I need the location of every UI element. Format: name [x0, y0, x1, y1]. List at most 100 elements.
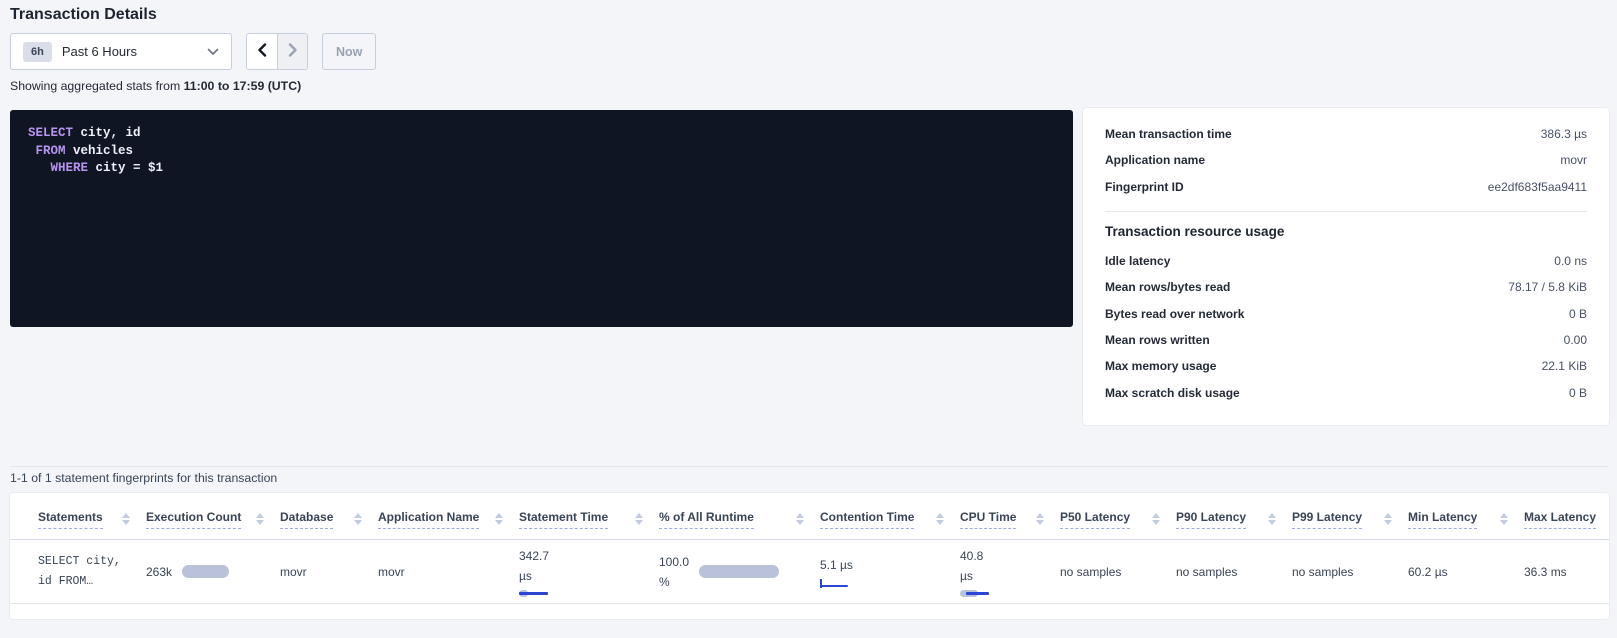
- column-header-p99-latency: P99 Latency: [1292, 510, 1408, 529]
- resource-label: Mean rows written: [1105, 333, 1210, 347]
- column-header-p50-latency: P50 Latency: [1060, 510, 1176, 529]
- cell-cpu-time: 40.8 µs: [960, 546, 1060, 598]
- resource-usage-title: Transaction resource usage: [1105, 224, 1587, 239]
- cell-statement: SELECT city, id FROM…: [38, 552, 146, 592]
- column-header-max-latency: Max Latency: [1524, 510, 1609, 529]
- column-header-pct-runtime: % of All Runtime: [659, 510, 820, 529]
- divider: [10, 466, 1609, 467]
- column-header-statement-time: Statement Time: [519, 510, 659, 529]
- statement-link[interactable]: SELECT city, id FROM…: [38, 552, 132, 592]
- resource-row: Bytes read over network 0 B: [1105, 300, 1587, 326]
- resource-label: Bytes read over network: [1105, 307, 1244, 321]
- aggregated-stats-line: Showing aggregated stats from 11:00 to 1…: [10, 79, 301, 93]
- resource-label: Max scratch disk usage: [1105, 386, 1240, 400]
- sort-icon[interactable]: [122, 513, 130, 525]
- resource-value: 0 B: [1569, 307, 1587, 321]
- column-header-database: Database: [280, 510, 378, 529]
- summary-label: Application name: [1105, 153, 1205, 167]
- summary-label: Fingerprint ID: [1105, 180, 1184, 194]
- sql-query-box: SELECT city, id FROM vehicles WHERE city…: [10, 110, 1073, 327]
- page-title: Transaction Details: [10, 6, 157, 24]
- sql-line: WHERE city = $1: [28, 160, 1055, 178]
- summary-value: 386.3 µs: [1541, 127, 1587, 141]
- cell-pct-runtime: 100.0 %: [659, 552, 820, 592]
- next-time-button[interactable]: [277, 34, 307, 69]
- sort-icon[interactable]: [354, 513, 362, 525]
- sort-icon[interactable]: [1384, 513, 1392, 525]
- column-header-application-name: Application Name: [378, 510, 519, 529]
- cell-p99-latency: no samples: [1292, 565, 1408, 579]
- column-header-min-latency: Min Latency: [1408, 510, 1524, 529]
- resource-label: Mean rows/bytes read: [1105, 280, 1230, 294]
- statements-table: Statements Execution Count Database Appl…: [10, 493, 1609, 619]
- time-range-badge: 6h: [23, 42, 52, 62]
- resource-value: 0.0 ns: [1554, 254, 1587, 268]
- resource-label: Idle latency: [1105, 254, 1170, 268]
- transaction-details-page: Transaction Details 6h Past 6 Hours Now …: [0, 0, 1617, 638]
- cell-max-latency: 36.3 ms: [1524, 565, 1609, 579]
- cell-statement-time: 342.7 µs: [519, 546, 659, 598]
- time-step-buttons: [246, 33, 308, 70]
- contention-time-bar: [820, 579, 852, 589]
- sort-icon[interactable]: [936, 513, 944, 525]
- resource-value: 0 B: [1569, 386, 1587, 400]
- sort-icon[interactable]: [1036, 513, 1044, 525]
- sort-icon[interactable]: [1500, 513, 1508, 525]
- time-controls: 6h Past 6 Hours Now: [10, 33, 376, 70]
- cell-p50-latency: no samples: [1060, 565, 1176, 579]
- resource-value: 0.00: [1564, 333, 1587, 347]
- cpu-time-bar: [960, 589, 994, 598]
- statement-time-bar: [519, 589, 559, 598]
- column-header-cpu-time: CPU Time: [960, 510, 1060, 529]
- sort-icon[interactable]: [635, 513, 643, 525]
- summary-label: Mean transaction time: [1105, 127, 1232, 141]
- summary-row: Mean transaction time 386.3 µs: [1105, 121, 1587, 147]
- summary-value: ee2df683f5aa9411: [1488, 180, 1587, 194]
- resource-row: Max memory usage 22.1 KiB: [1105, 353, 1587, 379]
- resource-row: Max scratch disk usage 0 B: [1105, 379, 1587, 405]
- divider: [1105, 211, 1587, 212]
- summary-value: movr: [1560, 153, 1587, 167]
- transaction-summary-card: Mean transaction time 386.3 µs Applicati…: [1083, 108, 1609, 425]
- execution-count-bar: [182, 565, 229, 578]
- chevron-right-icon: [288, 43, 298, 60]
- sort-icon[interactable]: [1268, 513, 1276, 525]
- sort-icon[interactable]: [495, 513, 503, 525]
- table-row[interactable]: SELECT city, id FROM… 263k movr movr 342…: [10, 540, 1609, 604]
- column-header-execution-count: Execution Count: [146, 510, 280, 529]
- stats-time-range: 11:00 to 17:59 (UTC): [184, 79, 302, 93]
- cell-application-name: movr: [378, 565, 519, 579]
- column-header-statements: Statements: [38, 510, 146, 529]
- sql-line: FROM vehicles: [28, 143, 1055, 161]
- resource-row: Idle latency 0.0 ns: [1105, 248, 1587, 274]
- sort-icon[interactable]: [1152, 513, 1160, 525]
- sql-keyword: SELECT: [28, 126, 73, 140]
- pct-runtime-bar: [699, 565, 779, 578]
- resource-value: 78.17 / 5.8 KiB: [1508, 280, 1587, 294]
- sql-line: SELECT city, id: [28, 125, 1055, 143]
- prev-time-button[interactable]: [247, 34, 277, 69]
- time-range-dropdown[interactable]: 6h Past 6 Hours: [10, 33, 232, 70]
- cell-p90-latency: no samples: [1176, 565, 1292, 579]
- column-header-p90-latency: P90 Latency: [1176, 510, 1292, 529]
- cell-min-latency: 60.2 µs: [1408, 565, 1524, 579]
- time-range-label: Past 6 Hours: [62, 44, 137, 59]
- sql-keyword: WHERE: [51, 161, 89, 175]
- resource-row: Mean rows/bytes read 78.17 / 5.8 KiB: [1105, 274, 1587, 300]
- resource-value: 22.1 KiB: [1542, 359, 1587, 373]
- cell-contention-time: 5.1 µs: [820, 555, 960, 589]
- now-button[interactable]: Now: [322, 33, 376, 70]
- cell-execution-count: 263k: [146, 565, 280, 579]
- chevron-left-icon: [257, 43, 267, 60]
- cell-database: movr: [280, 565, 378, 579]
- resource-row: Mean rows written 0.00: [1105, 327, 1587, 353]
- chevron-down-icon: [207, 48, 219, 56]
- statements-table-header: Statements Execution Count Database Appl…: [10, 493, 1609, 540]
- resource-label: Max memory usage: [1105, 359, 1216, 373]
- summary-row: Application name movr: [1105, 147, 1587, 173]
- sql-keyword: FROM: [36, 144, 66, 158]
- sort-icon[interactable]: [256, 513, 264, 525]
- sort-icon[interactable]: [796, 513, 804, 525]
- statements-table-caption: 1-1 of 1 statement fingerprints for this…: [10, 471, 277, 485]
- summary-row: Fingerprint ID ee2df683f5aa9411: [1105, 174, 1587, 200]
